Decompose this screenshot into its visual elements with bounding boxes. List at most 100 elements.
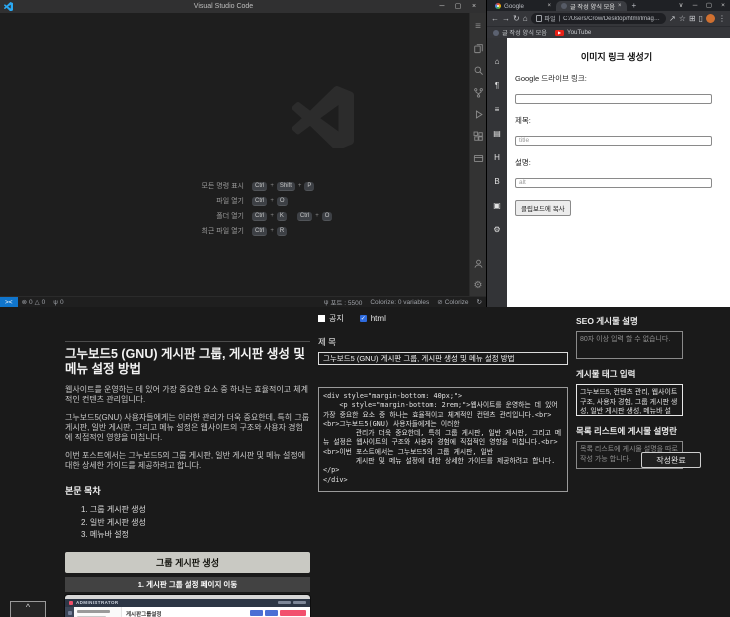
bookmark-star-icon[interactable]: ☆ [679, 14, 686, 23]
toc-item[interactable]: 2. 일반 게시판 생성 [81, 517, 310, 530]
source-control-icon[interactable] [470, 81, 487, 103]
broadcast-status[interactable]: ψ0 [49, 299, 67, 306]
keycap: O [277, 197, 288, 206]
toc-item[interactable]: 1. 그룹 게시판 생성 [81, 504, 310, 517]
plus-separator: + [315, 213, 319, 219]
browser-content: ⌂ ¶ ≡ ▤ H B ▣ ⚙ 이미지 링크 생성기 Google 드라이브 링… [487, 38, 730, 307]
scheme-label: 파일 [545, 14, 556, 23]
colorize-off-icon: ⊘ [437, 298, 442, 306]
colorize-vars-label: Colorize: 0 variables [370, 299, 429, 306]
profile-avatar[interactable] [706, 14, 715, 23]
bookmark-youtube[interactable]: ▶ YouTube [555, 29, 591, 36]
refresh-icon[interactable]: ↻ [473, 298, 486, 306]
description-label: 설명: [515, 157, 718, 168]
admin-main: 게시판그룹설정 [122, 607, 310, 617]
pipe-separator: | [559, 16, 561, 22]
tab-search-icon[interactable]: ∨ [674, 0, 688, 11]
share-icon[interactable]: ↗ [669, 14, 676, 23]
drive-link-input[interactable] [515, 94, 712, 104]
colorize-label: Colorize [445, 299, 469, 306]
warning-icon: △ [35, 298, 40, 306]
keycap: R [277, 227, 287, 236]
tags-textarea[interactable]: 그누보드5, 컨텐츠 관리, 웹사이트 구조, 사용자 경험, 그룹 게시판 생… [576, 384, 683, 416]
seo-description-label: SEO 게시물 설명 [576, 315, 728, 327]
notice-checkbox[interactable] [318, 315, 325, 322]
book-icon[interactable]: ▤ [493, 128, 501, 139]
tab-close-icon[interactable]: × [547, 3, 551, 9]
shortcut-keys: Ctrl+Shift+P [252, 182, 378, 191]
forward-icon[interactable]: → [502, 14, 510, 23]
heading-icon[interactable]: H [494, 152, 500, 163]
scroll-top-button[interactable]: ^ [10, 601, 46, 617]
live-preview-icon[interactable] [470, 147, 487, 169]
list-icon[interactable]: ≡ [495, 104, 500, 115]
toc-item[interactable]: 3. 메뉴바 설정 [81, 529, 310, 542]
close-icon[interactable]: × [466, 0, 482, 13]
bookmark-form-collection[interactable]: 글 작성 양식 모음 [493, 28, 547, 37]
keycap: O [322, 212, 333, 221]
refresh-icon[interactable]: ↻ [513, 14, 520, 23]
colorize-toggle-status[interactable]: ⊘Colorize [433, 298, 472, 306]
title-input[interactable] [515, 136, 712, 146]
bookmark-label: 글 작성 양식 모음 [502, 28, 547, 37]
drive-link-label: Google 드라이브 링크: [515, 73, 718, 84]
accounts-icon[interactable] [470, 252, 487, 274]
post-preview-pane: 그누보드5 (GNU) 게시판 그룹, 게시판 생성 및 메뉴 설정 방법 웹사… [65, 341, 310, 617]
settings-gear-icon[interactable]: ⚙ [470, 274, 487, 296]
tab-close-icon[interactable]: × [618, 3, 622, 9]
tags-label: 게시물 태그 입력 [576, 368, 728, 380]
preview-title: 그누보드5 (GNU) 게시판 그룹, 게시판 생성 및 메뉴 설정 방법 [65, 347, 310, 377]
admin-brand: ADMINISTRATOR [76, 600, 119, 605]
run-debug-icon[interactable] [470, 103, 487, 125]
new-tab-icon[interactable]: + [627, 1, 642, 11]
paragraph-icon[interactable]: ¶ [495, 80, 499, 91]
close-icon[interactable]: × [716, 0, 730, 11]
chrome-window: Google × 글 작성 양식 모음 × + ∨ ─ ▢ × ← → ↻ ⌂ [487, 0, 730, 307]
gear-icon[interactable]: ⚙ [493, 224, 500, 235]
warning-count: 0 [42, 299, 46, 306]
maximize-icon[interactable]: ▢ [702, 0, 716, 11]
address-bar[interactable]: 파일 | C:/Users/Crow/Desktop/html/ImageLin… [531, 13, 666, 24]
home-icon[interactable]: ⌂ [495, 56, 500, 67]
toc-title: 본문 목차 [65, 484, 310, 497]
side-panel-icon[interactable]: ▯ [699, 14, 703, 23]
remote-indicator[interactable]: >< [0, 297, 18, 308]
url-text: C:/Users/Crow/Desktop/html/ImageLin... [563, 16, 661, 22]
tab-google[interactable]: Google × [490, 1, 556, 11]
vscode-window: Visual Studio Code ─ ▢ × 모든 명령 표시 Ctrl+S… [0, 0, 487, 307]
description-input[interactable] [515, 178, 712, 188]
extensions-puzzle-icon[interactable]: ⊞ [689, 14, 696, 23]
problems-status[interactable]: ⊗0 △0 [18, 298, 50, 306]
plus-separator: + [298, 183, 302, 189]
html-checkbox[interactable]: ✓ [360, 315, 367, 322]
post-title-input[interactable] [318, 352, 568, 365]
kebab-menu-icon[interactable]: ⋮ [718, 14, 726, 23]
bold-icon[interactable]: B [494, 176, 499, 187]
minimize-icon[interactable]: ─ [434, 0, 450, 13]
page-favicon [561, 3, 567, 9]
plus-separator: + [270, 213, 274, 219]
post-html-code-textarea[interactable]: <div style="margin-bottom: 40px;"> <p st… [318, 387, 568, 492]
window-controls: ∨ ─ ▢ × [674, 0, 730, 11]
back-icon[interactable]: ← [491, 14, 499, 23]
broadcast-icon: ψ [324, 299, 329, 306]
group-board-create-button[interactable]: 그룹 게시판 생성 [65, 552, 310, 573]
menu-hamburger-icon[interactable]: ≡ [470, 15, 487, 37]
keycap: Ctrl [297, 212, 312, 221]
image-icon[interactable]: ▣ [493, 200, 501, 211]
search-icon[interactable] [470, 59, 487, 81]
copy-to-clipboard-button[interactable]: 클립보드에 복사 [515, 200, 571, 216]
colorize-variables-status[interactable]: Colorize: 0 variables [366, 299, 433, 306]
submit-button[interactable]: 작성완료 [641, 452, 701, 468]
seo-description-textarea[interactable] [576, 331, 683, 359]
home-icon[interactable]: ⌂ [523, 14, 528, 23]
error-count: 0 [29, 299, 33, 306]
admin-nav-right [278, 601, 306, 604]
extensions-icon[interactable] [470, 125, 487, 147]
plus-separator: + [270, 228, 274, 234]
explorer-icon[interactable] [470, 37, 487, 59]
maximize-icon[interactable]: ▢ [450, 0, 466, 13]
minimize-icon[interactable]: ─ [688, 0, 702, 11]
tab-active-form-collection[interactable]: 글 작성 양식 모음 × [556, 1, 627, 11]
live-server-port-status[interactable]: ψ포트 : 5500 [320, 297, 366, 307]
